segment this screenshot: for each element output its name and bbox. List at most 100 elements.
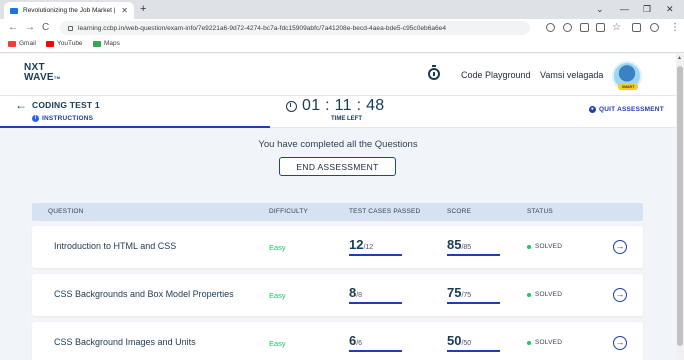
- test-cases-passed: 8/8: [349, 284, 362, 302]
- avatar-badge: SMART: [618, 84, 638, 90]
- tests-progress-fill: [349, 350, 402, 352]
- app-header: NXT WAVETM Code Playground Vamsi velagad…: [0, 54, 676, 96]
- score: 75/75: [447, 284, 471, 302]
- bookmark-gmail[interactable]: Gmail: [8, 40, 36, 47]
- status-label: SOLVED: [535, 339, 563, 346]
- reload-button[interactable]: C: [42, 21, 49, 35]
- status-badge: SOLVED: [527, 243, 562, 250]
- solved-dot: [527, 244, 531, 249]
- score-progress-fill: [447, 302, 500, 304]
- score-total: /75: [461, 292, 472, 299]
- arrow-right-icon[interactable]: →: [613, 336, 627, 350]
- avatar[interactable]: SMART: [612, 61, 642, 91]
- nxtwave-logo[interactable]: NXT WAVETM: [24, 63, 60, 83]
- scrollbar-thumb[interactable]: [677, 66, 683, 346]
- minimize-button[interactable]: —: [620, 2, 629, 16]
- tests-progress-fill: [349, 302, 402, 304]
- timer: 01 : 11 : 48: [302, 97, 385, 114]
- user-name[interactable]: Vamsi velagada: [540, 70, 603, 80]
- logo-line-2: WAVE: [24, 72, 54, 83]
- google-lens-icon[interactable]: [563, 23, 572, 32]
- clock-icon: [286, 101, 297, 112]
- tests-total: /8: [356, 292, 363, 299]
- score-value: 75: [447, 285, 462, 300]
- question-name[interactable]: CSS Backgrounds and Box Model Properties: [54, 289, 234, 299]
- tests-progress-bar: [349, 254, 402, 256]
- column-score: SCORE: [447, 208, 472, 215]
- stopwatch-icon[interactable]: [428, 65, 440, 80]
- bookmark-label: Maps: [104, 40, 120, 47]
- question-name[interactable]: Introduction to HTML and CSS: [54, 241, 176, 251]
- logo-tm: TM: [53, 75, 61, 80]
- status-badge: SOLVED: [527, 291, 562, 298]
- site-favicon-icon: [10, 7, 18, 14]
- tests-total: /12: [363, 244, 374, 251]
- scroll-up-icon[interactable]: ▲: [677, 55, 682, 61]
- new-tab-button[interactable]: +: [140, 2, 146, 16]
- translate-icon[interactable]: [596, 23, 605, 32]
- bookmark-youtube[interactable]: YouTube: [46, 40, 83, 47]
- tab-title: Revolutionizing the Job Market | NxtWave: [23, 7, 117, 14]
- google-icon[interactable]: [546, 23, 555, 32]
- bookmarks-bar: Gmail YouTube Maps: [0, 37, 684, 53]
- table-row[interactable]: CSS Backgrounds and Box Model Properties…: [32, 274, 643, 316]
- youtube-icon: [46, 40, 54, 47]
- side-panel-icon[interactable]: [632, 23, 641, 32]
- difficulty: Easy: [269, 291, 286, 300]
- bookmark-star-icon[interactable]: ☆: [612, 21, 621, 35]
- solved-dot: [527, 292, 531, 297]
- solved-dot: [527, 340, 531, 345]
- score: 85/85: [447, 236, 471, 254]
- code-playground-link[interactable]: Code Playground: [461, 70, 531, 80]
- completed-message: You have completed all the Questions: [258, 139, 418, 150]
- url-text: learning.ccbp.in/web-question/exam-info/…: [78, 24, 447, 32]
- menu-icon[interactable]: ⋮: [670, 21, 680, 35]
- score-value: 50: [447, 333, 462, 348]
- share-icon[interactable]: [580, 23, 589, 32]
- question-name[interactable]: CSS Background Images and Units: [54, 337, 196, 347]
- score-value: 85: [447, 237, 462, 252]
- arrow-right-icon[interactable]: →: [613, 288, 627, 302]
- score-progress-fill: [447, 350, 500, 352]
- maps-icon: [93, 40, 101, 47]
- score-progress-bar: [447, 254, 500, 256]
- bookmark-maps[interactable]: Maps: [93, 40, 120, 47]
- instructions-tab[interactable]: i INSTRUCTIONS: [32, 115, 93, 122]
- score-total: /85: [461, 244, 472, 251]
- quit-assessment-button[interactable]: ● QUIT ASSESSMENT: [589, 106, 664, 113]
- maximize-button[interactable]: ❐: [643, 2, 651, 16]
- status-label: SOLVED: [535, 291, 563, 298]
- gmail-icon: [8, 40, 16, 47]
- time-left-label: TIME LEFT: [331, 116, 362, 122]
- tab-close-icon[interactable]: ✕: [121, 6, 128, 15]
- close-window-button[interactable]: ✕: [666, 2, 674, 16]
- tests-progress-bar: [349, 302, 402, 304]
- arrow-right-icon[interactable]: →: [613, 240, 627, 254]
- tests-passed-value: 12: [349, 237, 364, 252]
- quit-label: QUIT ASSESSMENT: [599, 106, 664, 113]
- score: 50/50: [447, 332, 471, 350]
- column-test-cases: TEST CASES PASSED: [349, 208, 421, 215]
- test-cases-passed: 12/12: [349, 236, 373, 254]
- browser-tab[interactable]: Revolutionizing the Job Market | NxtWave…: [4, 2, 134, 19]
- end-assessment-button[interactable]: END ASSESSMENT: [279, 157, 396, 176]
- info-icon: i: [32, 115, 39, 122]
- url-field[interactable]: learning.ccbp.in/web-question/exam-info/…: [60, 21, 530, 35]
- browser-tab-bar: Revolutionizing the Job Market | NxtWave…: [0, 0, 684, 19]
- bookmark-label: Gmail: [19, 40, 36, 47]
- back-button[interactable]: ←: [8, 21, 18, 35]
- profile-icon[interactable]: [650, 23, 659, 32]
- test-title: CODING TEST 1: [32, 100, 100, 110]
- tab-search-icon[interactable]: ⌄: [596, 2, 604, 16]
- tests-progress-bar: [349, 350, 402, 352]
- back-arrow-icon[interactable]: ←: [15, 99, 27, 111]
- table-row[interactable]: Introduction to HTML and CSS Easy 12/12 …: [32, 226, 643, 268]
- score-total: /50: [461, 340, 472, 347]
- lock-icon: [68, 25, 73, 31]
- table-row[interactable]: CSS Background Images and Units Easy 6/6…: [32, 322, 643, 360]
- difficulty: Easy: [269, 243, 286, 252]
- test-subheader: ← CODING TEST 1 i INSTRUCTIONS 01 : 11 :…: [0, 96, 676, 128]
- score-progress-bar: [447, 302, 500, 304]
- forward-button[interactable]: →: [25, 21, 35, 35]
- bookmark-label: YouTube: [57, 40, 83, 47]
